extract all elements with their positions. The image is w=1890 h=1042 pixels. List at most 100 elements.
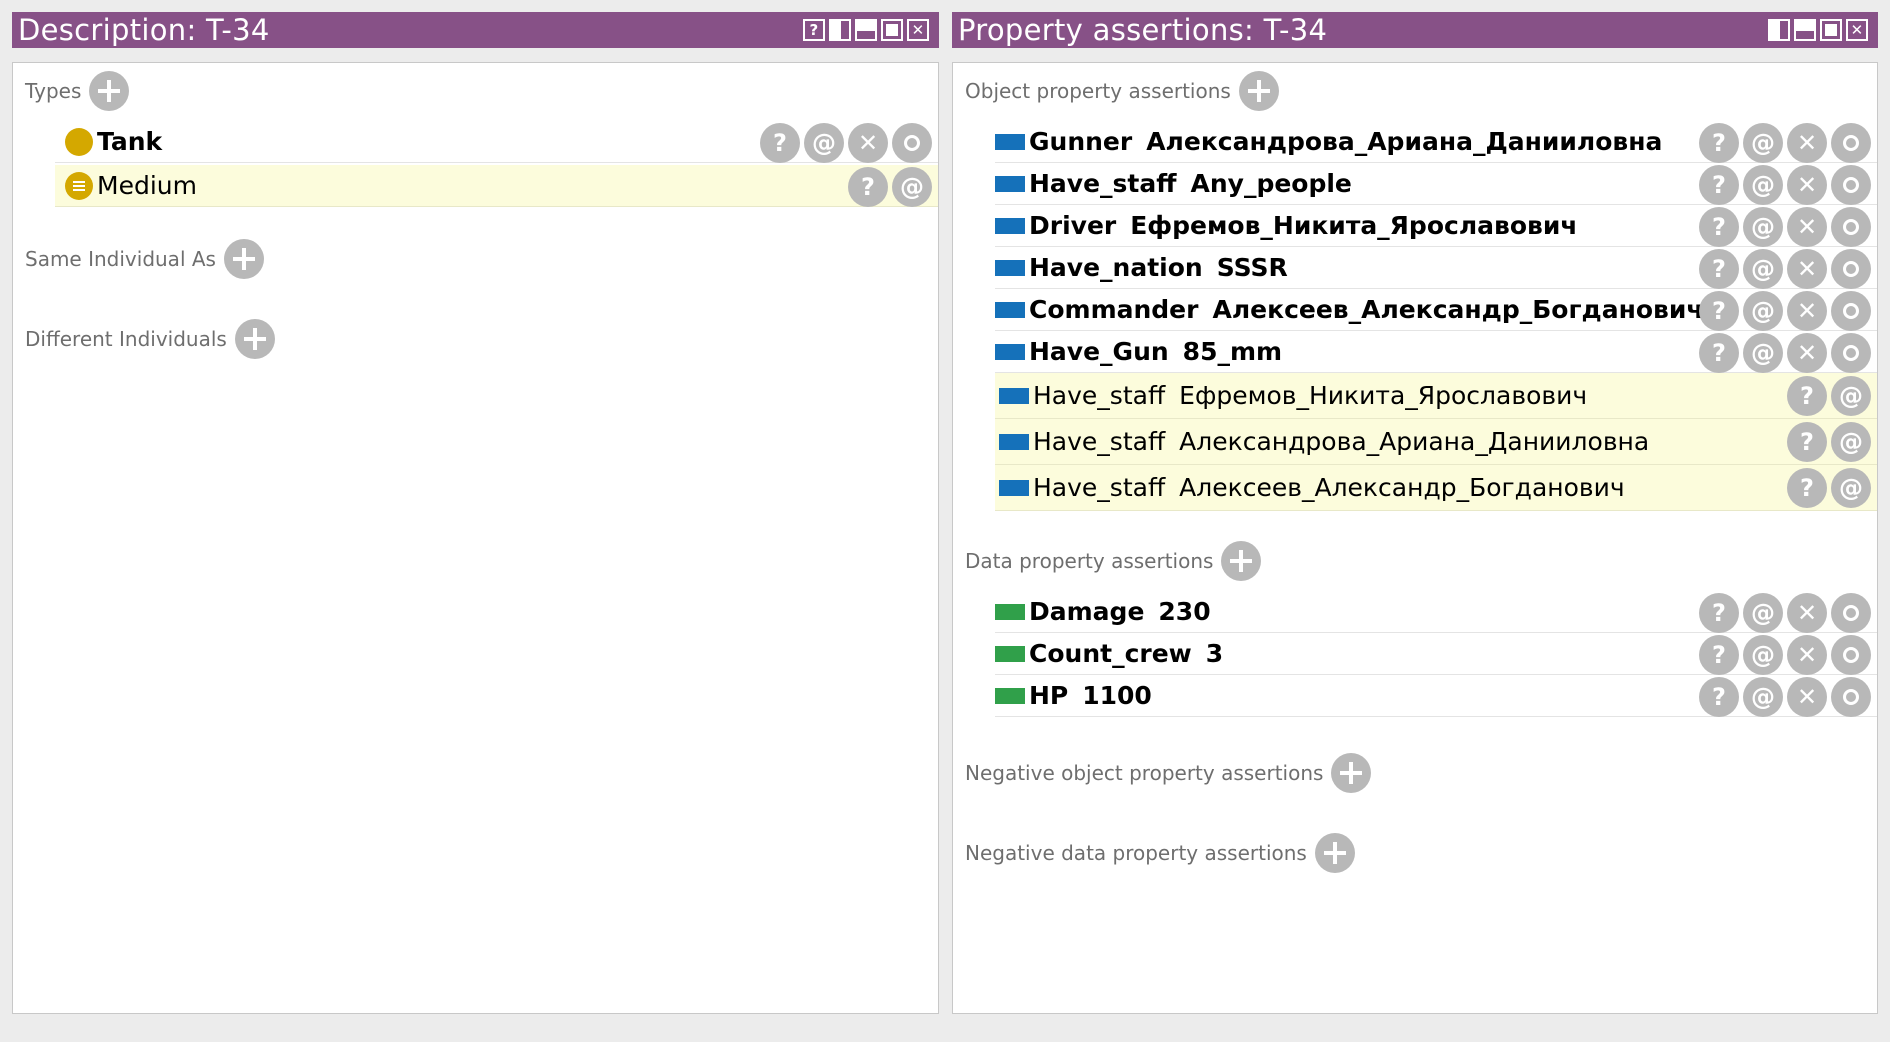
edit-button[interactable] (1831, 291, 1871, 331)
explain-button[interactable]: ? (1699, 291, 1739, 331)
explain-button[interactable]: ? (1699, 165, 1739, 205)
edit-button[interactable] (1831, 635, 1871, 675)
inferred-object-assertion-row[interactable]: Have_staff Александрова_Ариана_Данииловна… (995, 419, 1877, 465)
explain-button[interactable]: ? (1699, 249, 1739, 289)
split-horizontal-icon[interactable] (855, 19, 877, 41)
explain-button[interactable]: ? (1699, 123, 1739, 163)
explain-button[interactable]: ? (1699, 593, 1739, 633)
annotate-button[interactable]: @ (1831, 468, 1871, 508)
annotate-button[interactable]: @ (1743, 291, 1783, 331)
object-assertion-row[interactable]: Driver Ефремов_Никита_Ярославович ? @ ✕ (995, 205, 1877, 247)
add-negative-object-property-button[interactable] (1331, 753, 1372, 793)
object-property-icon (995, 343, 1025, 360)
delete-button[interactable]: ✕ (1787, 207, 1827, 247)
annotate-button[interactable]: @ (1743, 333, 1783, 373)
delete-button[interactable]: ✕ (1787, 635, 1827, 675)
edit-button[interactable] (1831, 677, 1871, 717)
property-name: Driver (1029, 211, 1117, 240)
edit-button[interactable] (1831, 249, 1871, 289)
edit-button[interactable] (1831, 333, 1871, 373)
annotate-button[interactable]: @ (892, 167, 932, 207)
property-value: Any_people (1190, 169, 1352, 198)
add-different-individual-button[interactable] (234, 319, 275, 359)
inferred-object-assertion-row[interactable]: Have_staff Ефремов_Никита_Ярославович ? @ (995, 373, 1877, 419)
delete-button[interactable]: ✕ (1787, 291, 1827, 331)
property-value: Алексеев_Александр_Богданович (1212, 295, 1704, 324)
delete-button[interactable]: ✕ (1787, 249, 1827, 289)
edit-button[interactable] (892, 123, 932, 163)
object-assertion-row[interactable]: Gunner Александрова_Ариана_Данииловна ? @… (995, 121, 1877, 163)
add-same-individual-button[interactable] (223, 239, 264, 279)
property-name: HP (1029, 681, 1069, 710)
annotate-button[interactable]: @ (1743, 677, 1783, 717)
object-assertion-row[interactable]: Commander Алексеев_Александр_Богданович ?… (995, 289, 1877, 331)
data-property-icon (995, 645, 1025, 662)
object-property-header: Object property assertions (965, 71, 1279, 111)
delete-button[interactable]: ✕ (1787, 333, 1827, 373)
property-value: Александрова_Ариана_Данииловна (1146, 127, 1663, 156)
data-assertion-row[interactable]: HP 1100 ? @ ✕ (995, 675, 1877, 717)
explain-button[interactable]: ? (1787, 422, 1827, 462)
add-type-button[interactable] (89, 71, 130, 111)
explain-button[interactable]: ? (848, 167, 888, 207)
property-assertions-view: Property assertions: T-34 ✕ Object prope… (952, 12, 1878, 1014)
delete-button[interactable]: ✕ (1787, 165, 1827, 205)
edit-button[interactable] (1831, 593, 1871, 633)
object-property-icon (995, 259, 1025, 276)
inferred-object-assertion-row[interactable]: Have_staff Алексеев_Александр_Богданович … (995, 465, 1877, 511)
add-object-property-button[interactable] (1238, 71, 1279, 111)
property-assertions-content: Object property assertions Gunner Алексан… (952, 62, 1878, 1014)
same-individual-label: Same Individual As (25, 247, 216, 271)
edit-button[interactable] (1831, 123, 1871, 163)
close-icon[interactable]: ✕ (907, 19, 929, 41)
data-assertion-row[interactable]: Damage 230 ? @ ✕ (995, 591, 1877, 633)
explain-button[interactable]: ? (1699, 333, 1739, 373)
annotate-button[interactable]: @ (1743, 165, 1783, 205)
annotate-button[interactable]: @ (1831, 376, 1871, 416)
type-row-inferred[interactable]: Medium ? @ (55, 165, 938, 207)
split-horizontal-icon[interactable] (1794, 19, 1816, 41)
explain-button[interactable]: ? (1699, 677, 1739, 717)
property-name: Have_staff (1033, 473, 1166, 502)
maximize-icon[interactable] (1820, 19, 1842, 41)
add-data-property-button[interactable] (1221, 541, 1262, 581)
delete-button[interactable]: ✕ (1787, 593, 1827, 633)
delete-button[interactable]: ✕ (1787, 677, 1827, 717)
split-vertical-icon[interactable] (829, 19, 851, 41)
annotate-button[interactable]: @ (1743, 207, 1783, 247)
property-value: SSSR (1216, 253, 1288, 282)
maximize-icon[interactable] (881, 19, 903, 41)
explain-button[interactable]: ? (1699, 635, 1739, 675)
data-property-header: Data property assertions (965, 541, 1262, 581)
add-negative-data-property-button[interactable] (1314, 833, 1355, 873)
explain-button[interactable]: ? (1787, 468, 1827, 508)
object-assertion-row[interactable]: Have_staff Any_people ? @ ✕ (995, 163, 1877, 205)
edit-button[interactable] (1831, 207, 1871, 247)
object-assertion-row[interactable]: Have_Gun 85_mm ? @ ✕ (995, 331, 1877, 373)
description-content: Types Tank ? @ ✕ Medium ? @ Same Individ… (12, 62, 939, 1014)
annotate-button[interactable]: @ (1743, 123, 1783, 163)
object-assertion-row[interactable]: Have_nation SSSR ? @ ✕ (995, 247, 1877, 289)
help-icon[interactable]: ? (803, 19, 825, 41)
annotate-button[interactable]: @ (1743, 593, 1783, 633)
annotate-button[interactable]: @ (1743, 249, 1783, 289)
close-icon[interactable]: ✕ (1846, 19, 1868, 41)
data-assertion-row[interactable]: Count_crew 3 ? @ ✕ (995, 633, 1877, 675)
property-value: Алексеев_Александр_Богданович (1179, 473, 1625, 502)
annotate-button[interactable]: @ (1743, 635, 1783, 675)
explain-button[interactable]: ? (1787, 376, 1827, 416)
description-titlebar: Description: T-34 ? ✕ (12, 12, 939, 48)
edit-button[interactable] (1831, 165, 1871, 205)
type-row[interactable]: Tank ? @ ✕ (55, 121, 938, 163)
annotate-button[interactable]: @ (1831, 422, 1871, 462)
property-name: Have_staff (1033, 427, 1166, 456)
annotate-button[interactable]: @ (804, 123, 844, 163)
delete-button[interactable]: ✕ (848, 123, 888, 163)
delete-button[interactable]: ✕ (1787, 123, 1827, 163)
explain-button[interactable]: ? (1699, 207, 1739, 247)
property-name: Damage (1029, 597, 1145, 626)
explain-button[interactable]: ? (760, 123, 800, 163)
type-label: Tank (97, 127, 163, 156)
property-name: Have_staff (1033, 381, 1166, 410)
split-vertical-icon[interactable] (1768, 19, 1790, 41)
